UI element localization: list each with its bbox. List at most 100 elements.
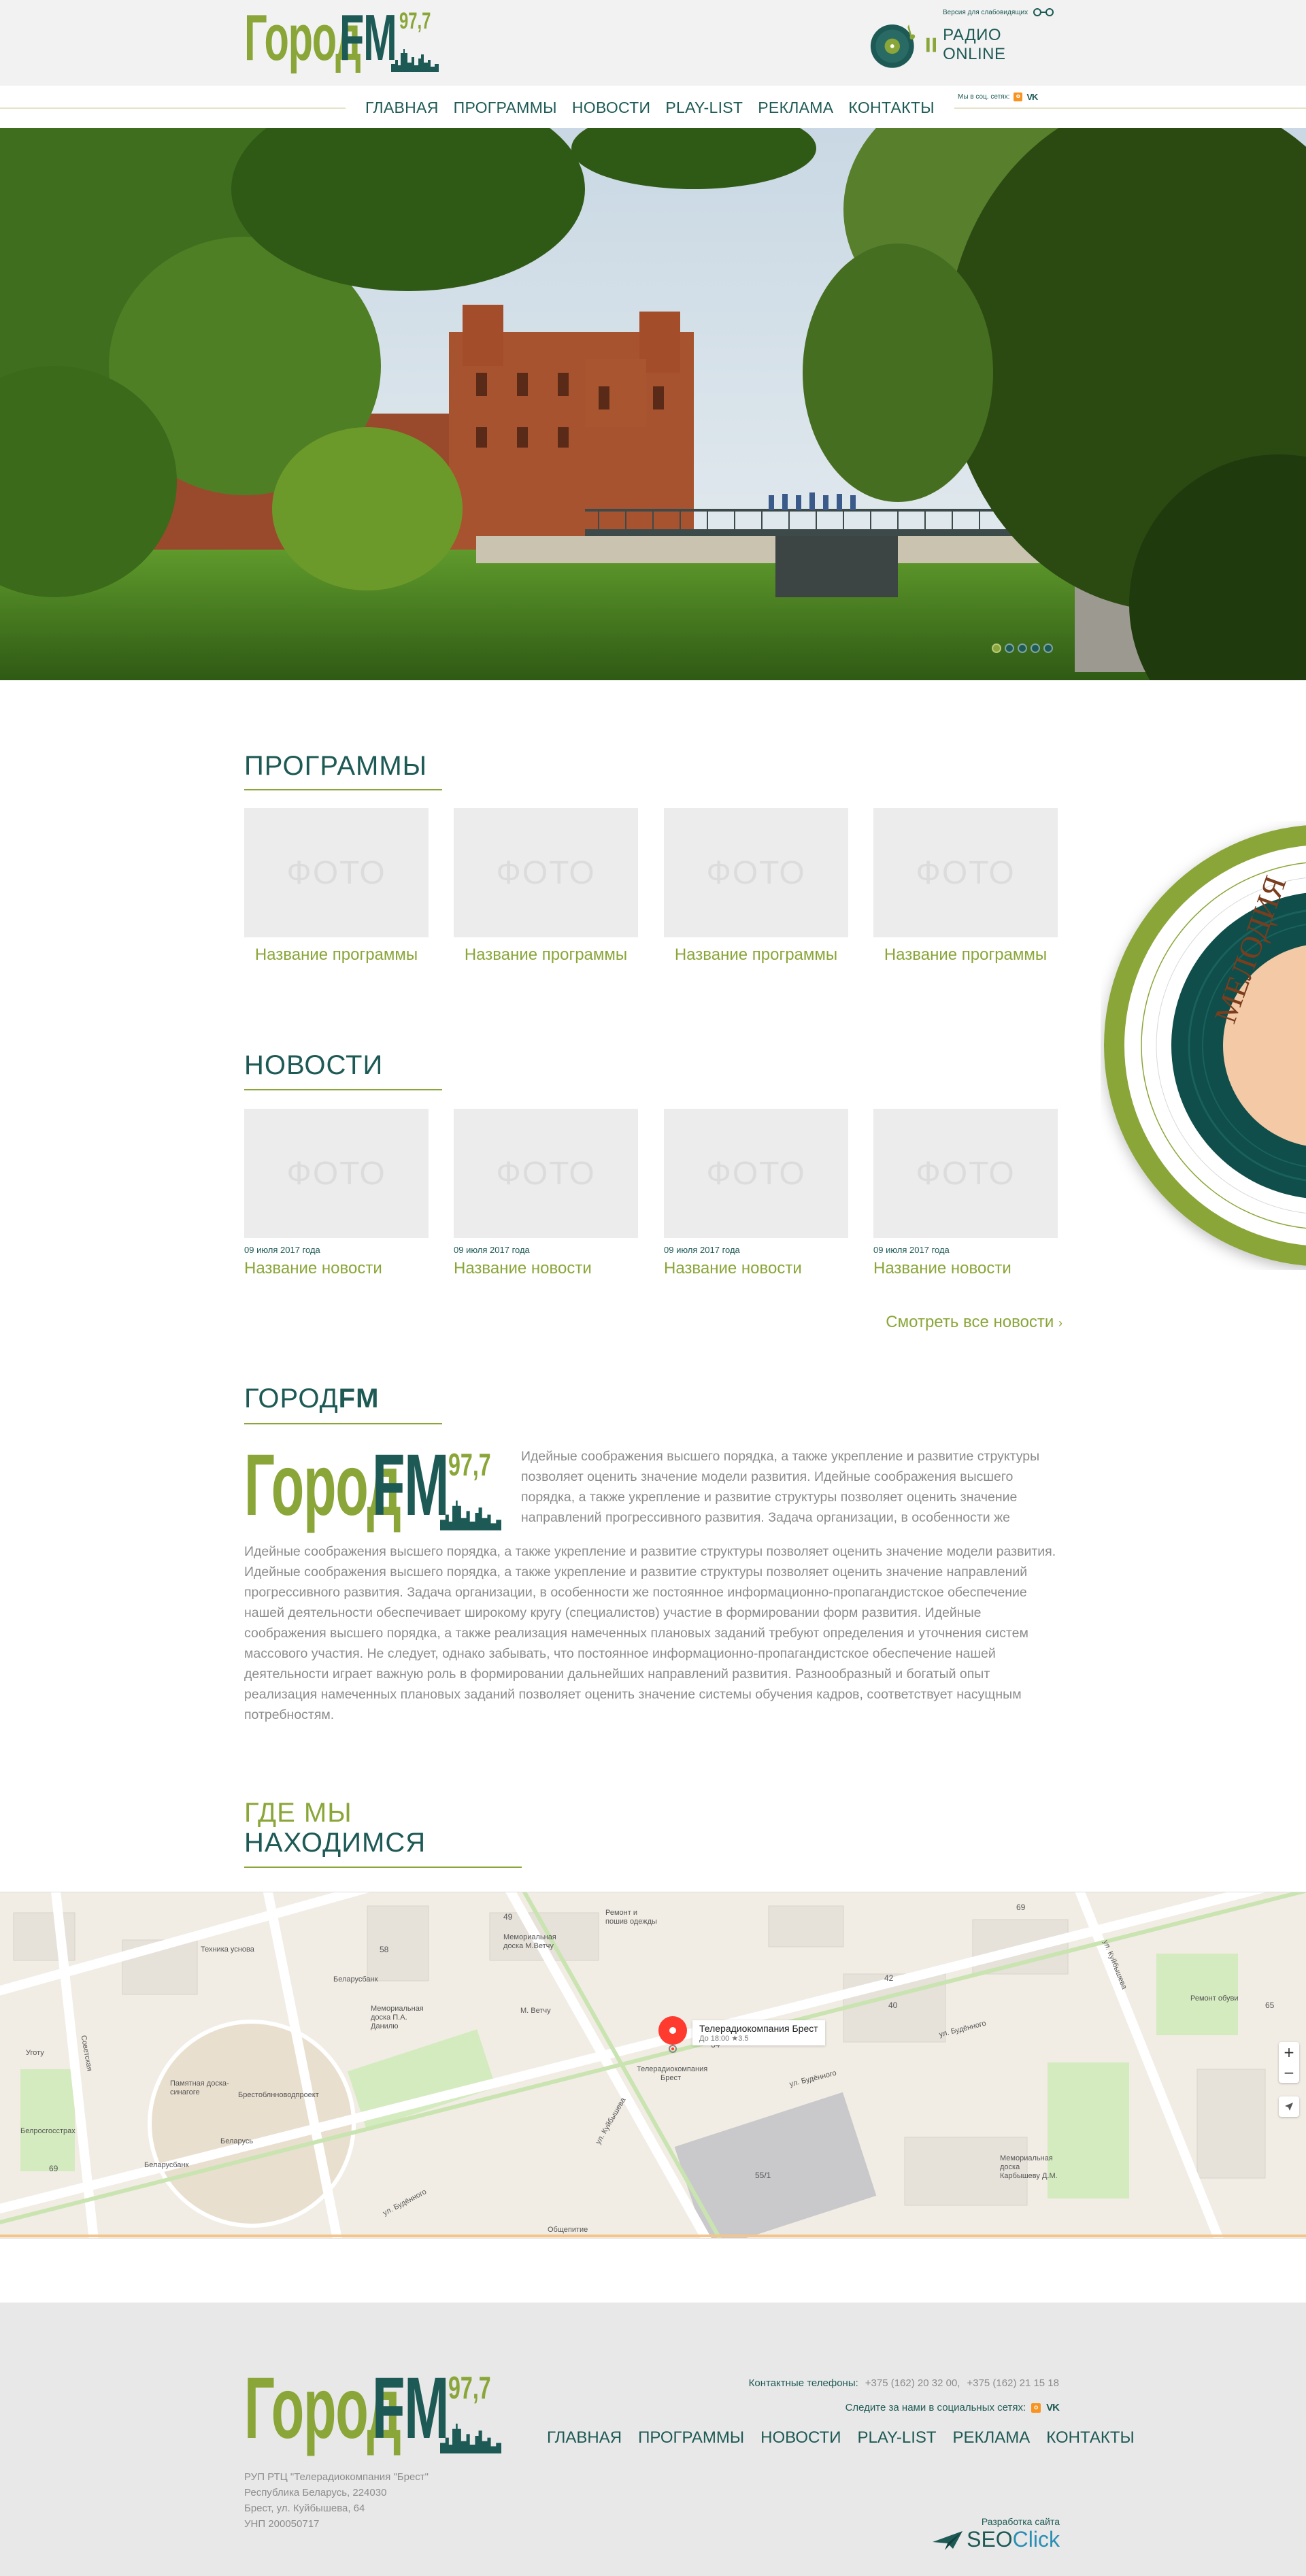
map-zoom-controls: + −: [1279, 2042, 1299, 2083]
news-card[interactable]: ФОТО 09 июля 2017 года Название новости: [664, 1109, 848, 1278]
site-logo[interactable]: Город FM 97,7: [244, 5, 443, 75]
slider-dot[interactable]: [1018, 643, 1027, 653]
logo-frequency: 97,7: [448, 1447, 491, 1482]
footer-social-label: Следите за нами в социальных сетях:: [845, 2402, 1026, 2413]
footer-nav-programs[interactable]: ПРОГРАММЫ: [638, 2428, 744, 2447]
house-number: 65: [1265, 2001, 1275, 2010]
footer-logo[interactable]: Город FM 97,7: [244, 2360, 503, 2457]
logo-word-fm: FM: [372, 2360, 449, 2457]
news-card[interactable]: ФОТО 09 июля 2017 года Название новости: [873, 1109, 1058, 1278]
address-line: УНП 200050717: [244, 2518, 320, 2530]
house-number: 58: [380, 1945, 389, 1954]
news-date: 09 июля 2017 года: [873, 1245, 950, 1255]
vinyl-disc-icon: [870, 24, 916, 68]
footer-nav-news[interactable]: НОВОСТИ: [760, 2428, 841, 2447]
star-icon: ★: [731, 2035, 739, 2043]
pause-icon[interactable]: [926, 36, 937, 54]
nav-item-advertising[interactable]: РЕКЛАМА: [750, 94, 841, 121]
phones-label: Контактные телефоны:: [748, 2377, 858, 2389]
zoom-out-icon[interactable]: −: [1284, 2062, 1295, 2083]
about-intro-text: Идейные соображения высшего порядка, а т…: [521, 1449, 1040, 1525]
vk-icon[interactable]: VK: [1046, 2402, 1060, 2413]
map-label: Брестоблнноводпроект: [238, 2091, 319, 2099]
see-all-news-link[interactable]: Смотреть все новости ›: [884, 1313, 1062, 1332]
news-name[interactable]: Название новости: [244, 1259, 429, 1278]
geolocation-button[interactable]: [1279, 2096, 1299, 2117]
hero-fortress-photo: [0, 128, 1306, 680]
program-card[interactable]: ФОТО Название программы: [664, 808, 848, 965]
map-label: Ремонт обуви: [1190, 1994, 1239, 2003]
see-all-news-label: Смотреть все новости: [886, 1313, 1054, 1331]
phone-number[interactable]: +375 (162) 20 32 00,: [865, 2377, 960, 2389]
footer-nav-contacts[interactable]: КОНТАКТЫ: [1046, 2428, 1134, 2447]
program-name[interactable]: Название программы: [244, 946, 429, 965]
about-title-gorod: ГОРОД: [244, 1384, 339, 1414]
slider-dot[interactable]: [992, 643, 1001, 653]
logo-word-fm: FM: [372, 1437, 449, 1534]
program-card[interactable]: ФОТО Название программы: [454, 808, 638, 965]
odnoklassniki-icon[interactable]: о: [1014, 92, 1023, 101]
footer-nav-home[interactable]: ГЛАВНАЯ: [547, 2428, 622, 2447]
program-card[interactable]: ФОТО Название программы: [873, 808, 1058, 965]
news-name[interactable]: Название новости: [873, 1259, 1058, 1278]
nav-item-programs[interactable]: ПРОГРАММЫ: [446, 94, 565, 121]
odnoklassniki-icon[interactable]: о: [1031, 2403, 1041, 2413]
photo-placeholder: ФОТО: [454, 1109, 638, 1238]
house-number: 42: [884, 1973, 894, 1983]
photo-placeholder: ФОТО: [244, 1109, 429, 1238]
zoom-in-icon[interactable]: +: [1284, 2042, 1295, 2062]
programs-title-underline: [244, 789, 442, 790]
nav-item-news[interactable]: НОВОСТИ: [565, 94, 658, 121]
chevron-right-icon: ›: [1058, 1316, 1062, 1330]
main-navigation: ГЛАВНАЯ ПРОГРАММЫ НОВОСТИ PLAY-LIST РЕКЛ…: [0, 86, 1306, 128]
radio-online-player[interactable]: РАДИО ONLINE: [869, 19, 1061, 71]
nav-item-contacts[interactable]: КОНТАКТЫ: [841, 94, 941, 121]
slider-dots: [992, 643, 1053, 653]
news-name[interactable]: Название новости: [454, 1259, 638, 1278]
news-card[interactable]: ФОТО 09 июля 2017 года Название новости: [454, 1109, 638, 1278]
map-pin-title: Телерадиокомпания Брест: [699, 2023, 818, 2034]
program-card[interactable]: ФОТО Название программы: [244, 808, 429, 965]
map-label: Беларусбанк: [333, 1975, 378, 1984]
map-label: Беларусбанк: [144, 2161, 189, 2169]
slider-dot[interactable]: [1043, 643, 1053, 653]
nav-item-home[interactable]: ГЛАВНАЯ: [358, 94, 446, 121]
slider-dot[interactable]: [1005, 643, 1014, 653]
footer-nav-playlist[interactable]: PLAY-LIST: [857, 2428, 936, 2447]
social-links-header: Мы в соц. сетях: о VK: [955, 90, 1041, 103]
phone-number[interactable]: +375 (162) 21 15 18: [967, 2377, 1059, 2389]
map-label: Памятная доска-синагоге: [170, 2079, 229, 2096]
map-label: Белросгосстрах: [20, 2127, 76, 2135]
program-name[interactable]: Название программы: [664, 946, 848, 965]
map-pin[interactable]: [657, 2015, 688, 2056]
news-date: 09 июля 2017 года: [664, 1245, 740, 1255]
hero-slider: [0, 128, 1306, 680]
map-label: Общепитие: [548, 2226, 588, 2234]
radio-online-label[interactable]: РАДИО ONLINE: [943, 26, 1061, 64]
about-title-underline: [244, 1423, 442, 1424]
nav-item-playlist[interactable]: PLAY-LIST: [658, 94, 750, 121]
program-name[interactable]: Название программы: [873, 946, 1058, 965]
location-title-line1: ГДЕ МЫ: [244, 1798, 352, 1828]
news-date: 09 июля 2017 года: [244, 1245, 320, 1255]
photo-placeholder: ФОТО: [664, 1109, 848, 1238]
developer-credit[interactable]: Разработка сайта SEO Click: [932, 2516, 1060, 2552]
vk-icon[interactable]: VK: [1026, 92, 1038, 102]
map-label: Мемориальная доска Карбышеву Д.М.: [1000, 2154, 1058, 2180]
program-name[interactable]: Название программы: [454, 946, 638, 965]
address-line: РУП РТЦ "Телерадиокомпания "Брест": [244, 2471, 429, 2483]
footer-phones: Контактные телефоны: +375 (162) 20 32 00…: [749, 2377, 1059, 2389]
slider-dot[interactable]: [1031, 643, 1040, 653]
about-title-fm: FM: [338, 1384, 380, 1414]
map-pin-rating: 3.5: [738, 2035, 749, 2043]
location-title: ГДЕ МЫ НАХОДИМСЯ: [244, 1798, 426, 1858]
location-map[interactable]: Техника уснова Беларусбанк Мемориальная …: [0, 1892, 1306, 2239]
news-card[interactable]: ФОТО 09 июля 2017 года Название новости: [244, 1109, 429, 1278]
news-name[interactable]: Название новости: [664, 1259, 848, 1278]
accessibility-version-link[interactable]: Версия для слабовидящих: [943, 7, 1062, 18]
footer-nav-advertising[interactable]: РЕКЛАМА: [953, 2428, 1031, 2447]
address-line: Брест, ул. Куйбышева, 64: [244, 2503, 365, 2514]
news-title: НОВОСТИ: [244, 1050, 384, 1080]
top-bar: Город FM 97,7 Версия для слабовидящих РА…: [0, 0, 1306, 86]
map-pin-info[interactable]: Телерадиокомпания Брест До 18:00 ★3.5: [692, 2020, 825, 2045]
